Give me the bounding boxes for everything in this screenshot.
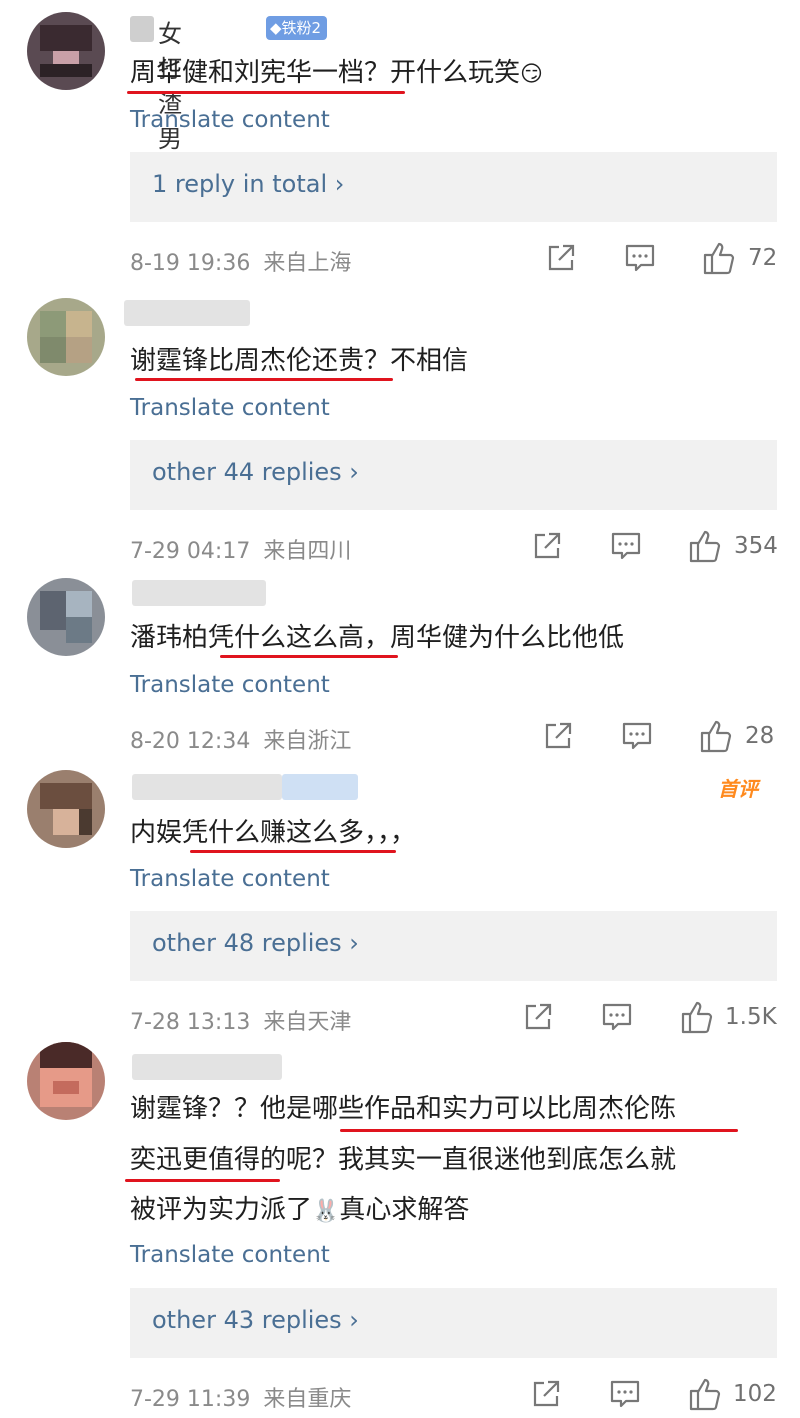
comment-icon[interactable] [601, 1001, 633, 1033]
blurred-username [132, 1054, 282, 1080]
blurred-username-part [130, 16, 154, 42]
comment-location: 来自浙江 [263, 729, 352, 754]
like-count: 1.5K [725, 1004, 777, 1030]
avatar[interactable] [27, 1042, 105, 1120]
comment-text-line: 周华健和刘宪华一档？开什么玩笑 [130, 58, 521, 88]
like-count: 102 [733, 1381, 777, 1407]
blurred-username [132, 774, 282, 800]
share-icon[interactable] [545, 242, 577, 274]
like-icon[interactable] [679, 999, 715, 1035]
comment-text-line: 潘玮柏凭什么这么高，周华健为什么比他低 [130, 623, 625, 653]
comment-meta: 8-19 19:36 来自上海 [130, 245, 351, 277]
like-count: 28 [745, 723, 775, 749]
avatar[interactable] [27, 770, 105, 848]
avatar[interactable] [27, 298, 105, 376]
blurred-username [124, 300, 250, 326]
red-underline [220, 655, 398, 658]
fan-badge[interactable]: ◆铁粉2 [266, 16, 328, 40]
share-icon[interactable] [530, 1378, 562, 1410]
replies-box[interactable]: other 43 replies › [130, 1288, 777, 1358]
comment-text-line: 奕迅更值得的呢？我其实一直很迷他到底怎么就 [130, 1145, 677, 1175]
blurred-username [132, 580, 266, 606]
comment-meta: 8-20 12:34 来自浙江 [130, 723, 351, 755]
emoji-icon: 😏 [520, 62, 543, 87]
comment-text-line: 真心求解答 [339, 1195, 470, 1225]
blurred-username-part [282, 774, 358, 800]
comment-icon[interactable] [609, 1378, 641, 1410]
red-underline [190, 850, 396, 853]
avatar[interactable] [27, 578, 105, 656]
red-underline [340, 1129, 738, 1132]
translate-link[interactable]: Translate content [130, 395, 330, 421]
share-icon[interactable] [522, 1001, 554, 1033]
comment-date: 7-29 04:17 [130, 539, 251, 564]
comment-text: 奕迅更值得的呢？我其实一直很迷他到底怎么就 [130, 1135, 676, 1185]
replies-link[interactable]: other 44 replies › [152, 458, 359, 486]
translate-link[interactable]: Translate content [130, 1242, 330, 1268]
comment-icon[interactable] [610, 530, 642, 562]
replies-box[interactable]: 1 reply in total › [130, 152, 777, 222]
share-icon[interactable] [542, 720, 574, 752]
avatar[interactable] [27, 12, 105, 90]
share-icon[interactable] [531, 530, 563, 562]
like-icon[interactable] [687, 528, 723, 564]
red-underline [127, 91, 405, 94]
like-icon[interactable] [687, 1376, 723, 1412]
like-icon[interactable] [698, 718, 734, 754]
like-icon[interactable] [701, 240, 737, 276]
translate-link[interactable]: Translate content [130, 107, 330, 133]
replies-box[interactable]: other 44 replies › [130, 440, 777, 510]
comment-date: 8-20 12:34 [130, 729, 251, 754]
comment-date: 7-29 11:39 [130, 1387, 251, 1412]
first-comment-badge: 首评 [718, 777, 758, 801]
replies-link[interactable]: other 43 replies › [152, 1306, 359, 1334]
comment-text: 被评为实力派了🐰真心求解答 [130, 1185, 469, 1237]
replies-link[interactable]: 1 reply in total › [152, 170, 344, 198]
comment-icon[interactable] [624, 242, 656, 274]
comment-location: 来自四川 [263, 539, 352, 564]
red-underline [125, 1179, 280, 1182]
replies-link[interactable]: other 48 replies › [152, 929, 359, 957]
comment-text-line: 内娱凭什么赚这么多，，， [130, 818, 417, 848]
comment-date: 7-28 13:13 [130, 1010, 251, 1035]
translate-link[interactable]: Translate content [130, 672, 330, 698]
comment-meta: 7-29 11:39 来自重庆 [130, 1381, 351, 1413]
comment-location: 来自天津 [263, 1010, 352, 1035]
comment-date: 8-19 19:36 [130, 251, 251, 276]
fan-badge-label: 铁粉2 [281, 19, 322, 37]
diamond-icon: ◆ [270, 19, 282, 37]
bunny-emoji-icon: 🐰 [312, 1199, 340, 1224]
comment-location: 来自重庆 [263, 1387, 352, 1412]
comment-text-line: 谢霆锋比周杰伦还贵？不相信 [130, 346, 469, 376]
like-count: 72 [748, 245, 778, 271]
comment-icon[interactable] [621, 720, 653, 752]
comment-text-line: 被评为实力派了 [130, 1195, 313, 1225]
like-count: 354 [734, 533, 778, 559]
comment-meta: 7-28 13:13 来自天津 [130, 1004, 351, 1036]
red-underline [135, 378, 393, 381]
replies-box[interactable]: other 48 replies › [130, 911, 777, 981]
comment-text-line: 谢霆锋？？他是哪些作品和实力可以比周杰伦陈 [130, 1094, 677, 1124]
comment-meta: 7-29 04:17 来自四川 [130, 533, 351, 565]
translate-link[interactable]: Translate content [130, 866, 330, 892]
comment-text: 谢霆锋？？他是哪些作品和实力可以比周杰伦陈 [130, 1084, 676, 1134]
comment-location: 来自上海 [263, 251, 352, 276]
